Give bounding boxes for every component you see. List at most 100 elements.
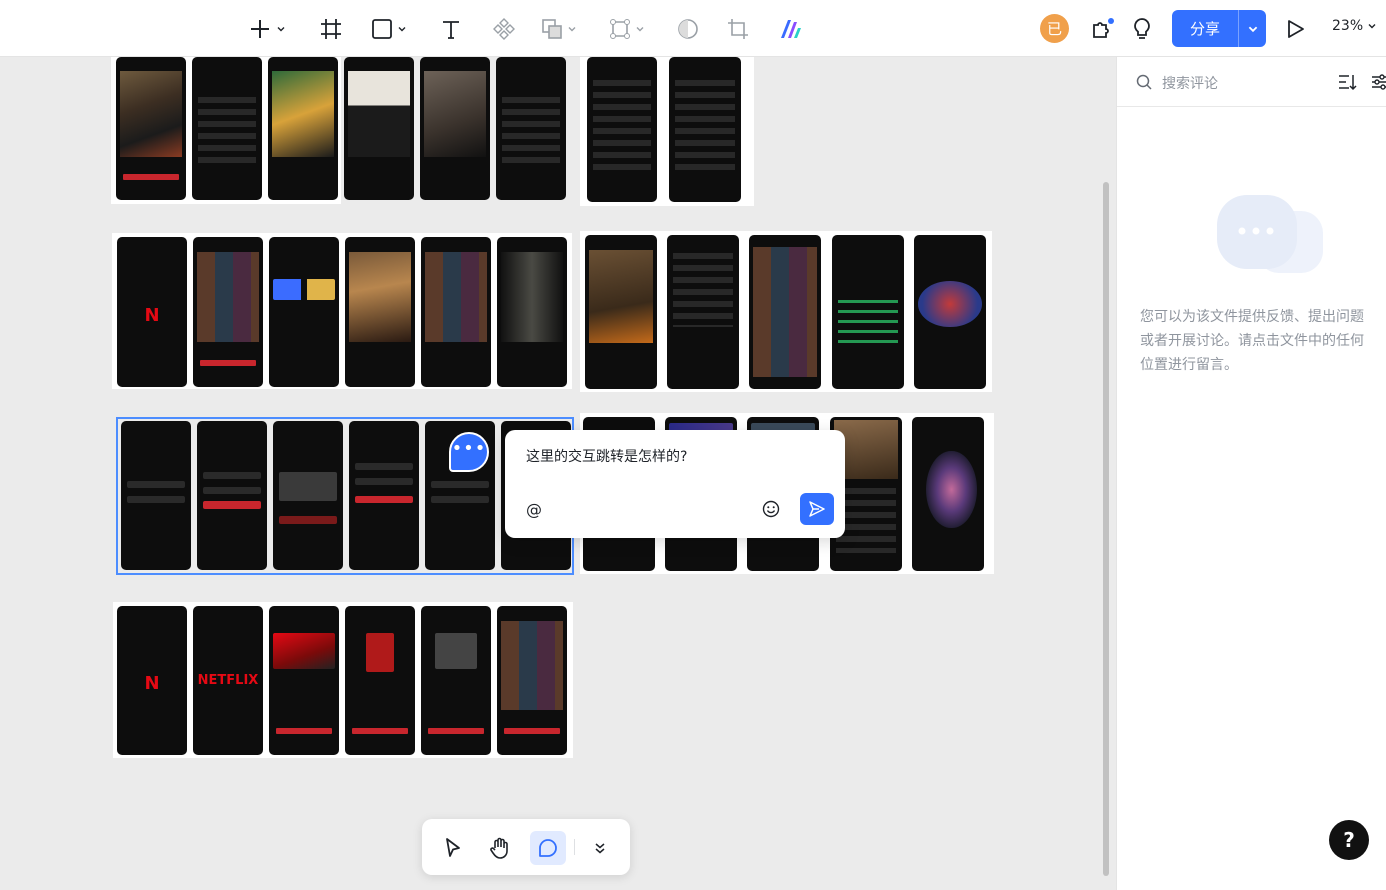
cursor-icon: [446, 838, 460, 857]
mention-button[interactable]: @: [526, 500, 542, 519]
netflix-wordmark-logo: NETFLIX: [197, 673, 259, 689]
search-icon: [1136, 74, 1152, 90]
component-tool-button[interactable]: [492, 14, 516, 44]
mask-tool-button[interactable]: [677, 14, 699, 44]
screen-thumbnail[interactable]: [344, 57, 414, 200]
screen-thumbnail[interactable]: [497, 237, 567, 387]
crop-icon: [728, 19, 748, 39]
share-dropdown-button[interactable]: [1238, 10, 1266, 47]
smiley-icon: [762, 500, 780, 518]
screen-thumbnail[interactable]: [345, 237, 415, 387]
comment-search-input[interactable]: 搜索评论: [1162, 73, 1218, 93]
present-button[interactable]: [1284, 14, 1306, 44]
help-button[interactable]: ?: [1329, 820, 1369, 860]
comments-panel: 搜索评论 您可以为该文件提供反馈、提出问题或者开展讨论。请点击文件中的任何位置进…: [1116, 57, 1386, 890]
screen-thumbnail[interactable]: [349, 421, 419, 570]
empty-comments-illustration-icon: [1217, 195, 1323, 273]
screen-thumbnail[interactable]: [192, 57, 262, 200]
top-toolbar: 已 分享 23%: [0, 0, 1386, 57]
netflix-n-logo: N: [144, 304, 160, 326]
frame-icon: [321, 19, 341, 39]
screen-thumbnail[interactable]: [912, 417, 984, 571]
ai-tool-button[interactable]: [779, 14, 803, 44]
netflix-n-logo: N: [144, 673, 160, 695]
emoji-button[interactable]: [762, 500, 780, 522]
empty-comments-message: 您可以为该文件提供反馈、提出问题或者开展讨论。请点击文件中的任何位置进行留言。: [1140, 309, 1364, 373]
rectangle-icon: [372, 19, 392, 39]
boolean-icon: [542, 19, 562, 39]
screen-thumbnail[interactable]: [497, 606, 567, 755]
text-icon: [443, 21, 459, 39]
chevron-down-icon: [568, 27, 576, 32]
screen-thumbnail[interactable]: [116, 57, 186, 200]
chevron-down-icon: [1248, 26, 1257, 32]
plus-icon: [251, 20, 269, 38]
screen-thumbnail[interactable]: [268, 57, 338, 200]
screen-thumbnail[interactable]: [420, 57, 490, 200]
sort-icon[interactable]: [1338, 73, 1358, 91]
avatar-initial: 已: [1046, 20, 1062, 38]
vector-icon: [610, 19, 630, 39]
add-tool-button[interactable]: [248, 14, 286, 44]
screen-thumbnail[interactable]: [269, 237, 339, 387]
lightbulb-icon: [1134, 18, 1150, 39]
screen-thumbnail[interactable]: [585, 235, 657, 389]
share-button[interactable]: 分享: [1172, 10, 1266, 47]
screen-thumbnail[interactable]: NETFLIX: [193, 606, 263, 755]
ai-logo-icon: [781, 20, 801, 38]
frame-tool-button[interactable]: [320, 14, 342, 44]
zoom-dropdown[interactable]: 23%: [1332, 18, 1377, 34]
bottom-toolbar: [422, 819, 630, 875]
shape-tool-button[interactable]: [371, 14, 407, 44]
screen-thumbnail[interactable]: [121, 421, 191, 570]
user-avatar[interactable]: 已: [1040, 14, 1069, 43]
screen-thumbnail[interactable]: [669, 57, 741, 202]
chevron-down-icon: [398, 27, 406, 32]
screen-thumbnail[interactable]: [749, 235, 821, 389]
screen-thumbnail[interactable]: N: [117, 606, 187, 755]
screen-thumbnail[interactable]: [193, 237, 263, 387]
share-label: 分享: [1189, 20, 1220, 38]
double-chevron-down-icon: [595, 843, 605, 854]
screen-thumbnail[interactable]: [345, 606, 415, 755]
play-icon: [1288, 20, 1304, 38]
more-tools-button[interactable]: [582, 831, 618, 865]
screen-thumbnail[interactable]: [914, 235, 986, 389]
component-icon: [493, 18, 515, 40]
screen-thumbnail[interactable]: [832, 235, 904, 389]
boolean-tool-button[interactable]: [541, 14, 577, 44]
crop-tool-button[interactable]: [727, 14, 749, 44]
zoom-level: 23%: [1332, 18, 1364, 34]
plugins-button[interactable]: [1090, 14, 1114, 44]
send-icon: [809, 501, 825, 517]
comment-tool-button[interactable]: [530, 831, 566, 865]
screen-thumbnail[interactable]: [587, 57, 657, 202]
filter-icon[interactable]: [1371, 73, 1386, 91]
screen-thumbnail[interactable]: [197, 421, 267, 570]
comment-input-text[interactable]: 这里的交互跳转是怎样的?: [526, 446, 687, 466]
inspiration-button[interactable]: [1131, 14, 1153, 44]
send-comment-button[interactable]: [800, 493, 834, 525]
vector-tool-button[interactable]: [609, 14, 645, 44]
text-tool-button[interactable]: [440, 14, 462, 44]
screen-thumbnail[interactable]: [496, 57, 566, 200]
mask-icon: [678, 19, 698, 39]
toolbar-divider: [574, 839, 575, 855]
screen-thumbnail[interactable]: [421, 606, 491, 755]
help-label: ?: [1343, 828, 1355, 852]
screen-thumbnail[interactable]: [667, 235, 739, 389]
hand-icon: [490, 837, 508, 859]
screen-thumbnail[interactable]: N: [117, 237, 187, 387]
select-tool-button[interactable]: [435, 831, 471, 865]
comment-search-bar: 搜索评论: [1117, 57, 1386, 107]
screen-thumbnail[interactable]: [269, 606, 339, 755]
canvas-scrollbar[interactable]: [1103, 182, 1109, 876]
chevron-down-icon: [277, 27, 285, 32]
chevron-down-icon: [1368, 24, 1376, 29]
hand-tool-button[interactable]: [482, 831, 518, 865]
screen-thumbnail[interactable]: [421, 237, 491, 387]
plugin-puzzle-icon: [1093, 18, 1114, 38]
screen-thumbnail[interactable]: [273, 421, 343, 570]
comment-pin[interactable]: •••: [449, 432, 489, 472]
chevron-down-icon: [636, 27, 644, 32]
